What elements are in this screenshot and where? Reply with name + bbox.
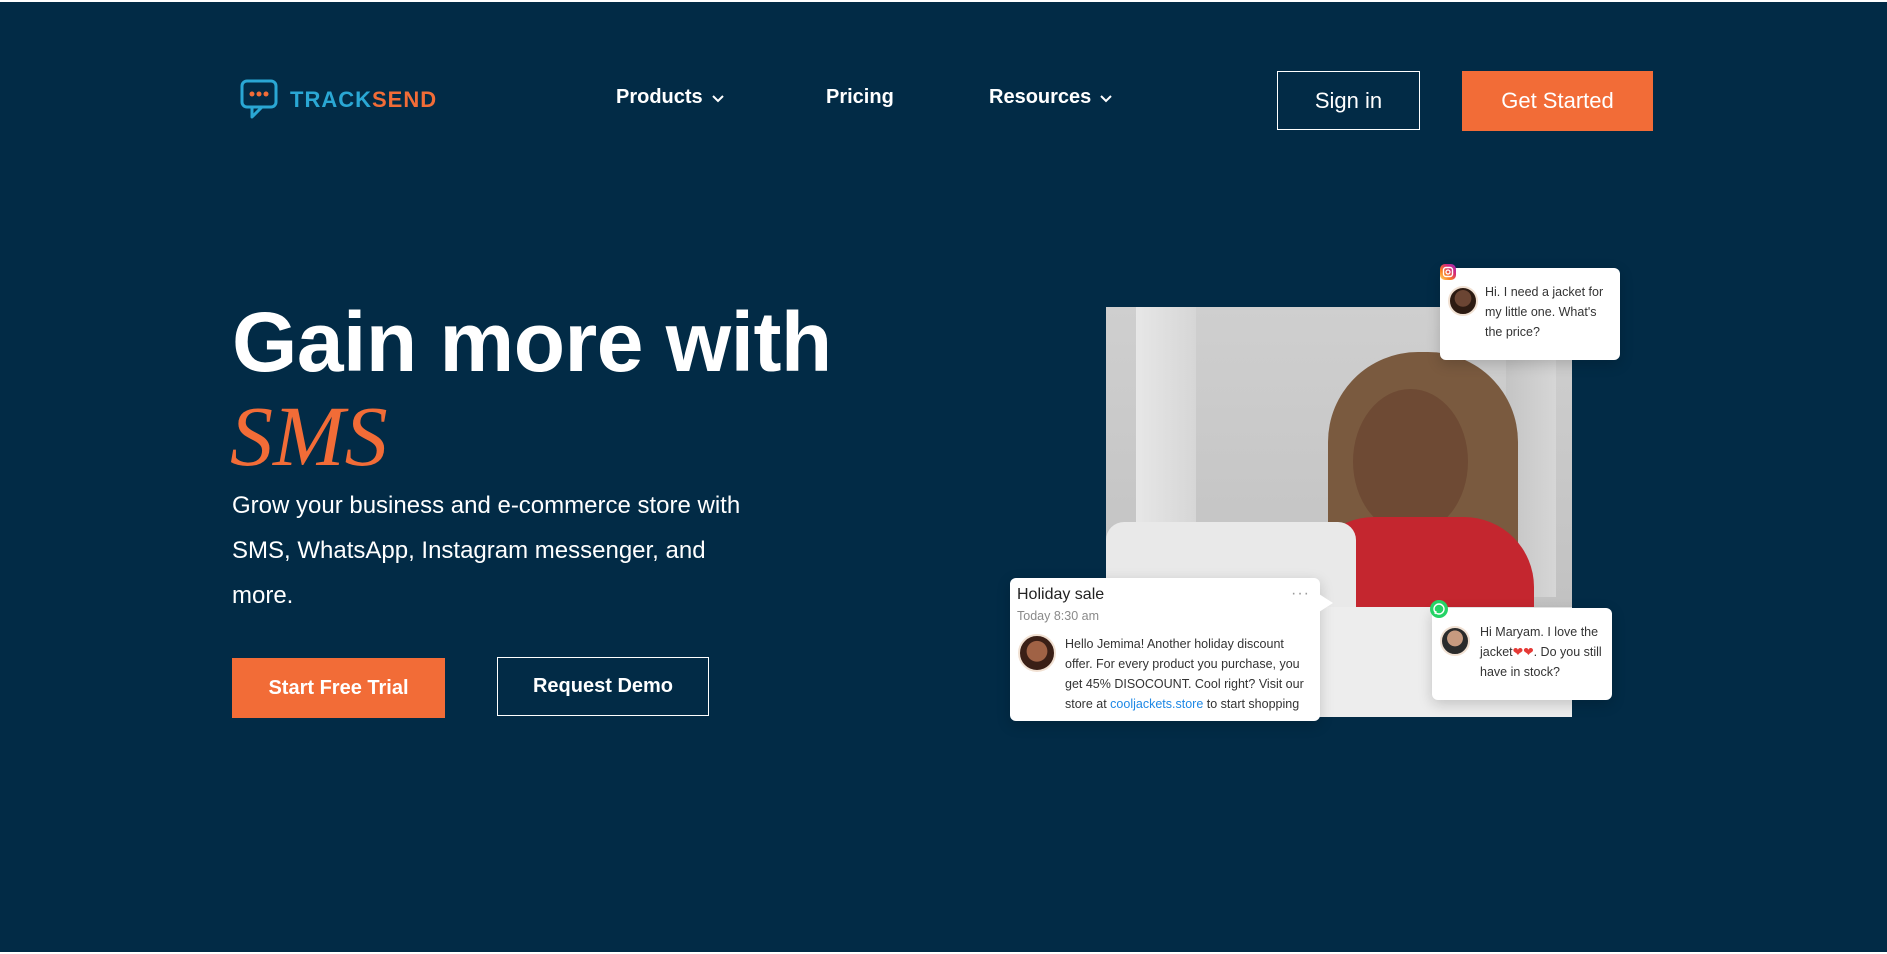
avatar [1018,634,1056,672]
chevron-down-icon [711,94,724,102]
get-started-button[interactable]: Get Started [1462,71,1653,131]
hero-page: TRACKSEND Products Pricing Resources Sig… [0,2,1887,952]
hearts-emoji: ❤❤ [1512,645,1534,659]
logo-text: TRACKSEND [290,87,437,113]
avatar [1440,626,1470,656]
logo-text-send: SEND [372,87,438,112]
nav-resources[interactable]: Resources [989,86,1113,109]
nav-pricing[interactable]: Pricing [826,86,894,109]
holiday-sale-card: Holiday sale Today 8:30 am ··· Hello Jem… [1010,578,1320,721]
hero-subtitle: Grow your business and e-commerce store … [232,492,741,609]
hero-title-highlight: SMS [230,388,388,484]
chat-bubble-icon [240,79,278,119]
photo-person-face [1353,389,1468,534]
store-link[interactable]: cooljackets.store [1110,697,1203,711]
photo-window-light [1136,307,1196,537]
whatsapp-message-text: Hi Maryam. I love the jacket❤❤. Do you s… [1480,622,1605,682]
more-options-icon[interactable]: ··· [1291,585,1310,603]
whatsapp-message-card: Hi Maryam. I love the jacket❤❤. Do you s… [1432,608,1612,700]
card-pointer [1319,594,1333,612]
instagram-message-card: Hi. I need a jacket for my little one. W… [1440,268,1620,360]
nav-pricing-label: Pricing [826,86,894,108]
holiday-card-title: Holiday sale [1017,586,1105,603]
sign-in-button[interactable]: Sign in [1277,71,1420,130]
whatsapp-icon [1430,600,1448,618]
holiday-card-message: Hello Jemima! Another holiday discount o… [1065,634,1313,714]
nav-products-label: Products [616,86,703,108]
instagram-icon [1440,264,1456,280]
instagram-message-text: Hi. I need a jacket for my little one. W… [1485,285,1604,339]
avatar [1448,286,1478,316]
hero-title: Gain more with [232,295,832,389]
nav-resources-label: Resources [989,86,1092,108]
request-demo-button[interactable]: Request Demo [497,657,709,716]
nav-products[interactable]: Products [616,86,725,109]
holiday-message-tail: to start shopping [1203,697,1300,711]
logo[interactable]: TRACKSEND [240,79,437,121]
logo-text-track: TRACK [290,87,372,112]
holiday-card-time: Today 8:30 am [1017,609,1099,623]
start-free-trial-button[interactable]: Start Free Trial [232,658,445,718]
chevron-down-icon [1100,94,1112,102]
